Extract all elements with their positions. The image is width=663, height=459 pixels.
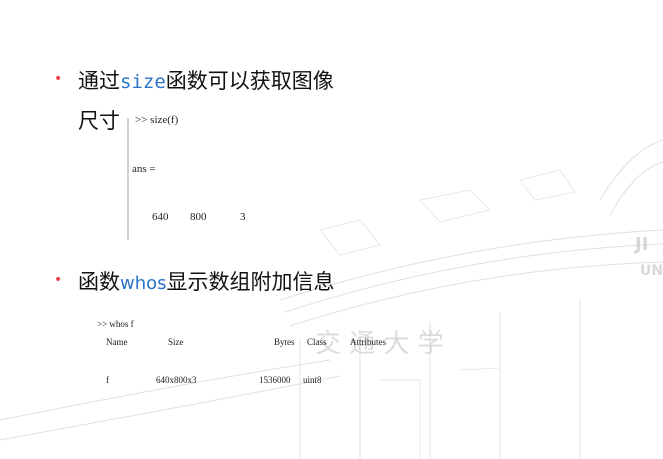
whos-command: >> whos f xyxy=(97,319,134,329)
whos-cell-name: f xyxy=(106,375,109,385)
bullet-text-size: 通过size函数可以获取图像 xyxy=(78,65,334,95)
bullet-text-prefix: 通过 xyxy=(78,69,120,93)
bullet-text-prefix: 函数 xyxy=(78,270,120,294)
keyword-size: size xyxy=(120,71,166,93)
size-command: >> size(f) xyxy=(135,114,179,126)
bullet-text-line2: 尺寸 xyxy=(78,109,120,133)
whos-header-attributes: Attributes xyxy=(350,337,386,347)
whos-header-class: Class xyxy=(307,337,327,347)
svg-text:UN: UN xyxy=(640,263,663,279)
bullet-text-whos: 函数whos显示数组附加信息 xyxy=(78,266,335,296)
bullet-dot: • xyxy=(54,272,63,288)
size-value-rows: 640 xyxy=(152,211,169,223)
slide: 交 通 大 学 JI UN • 通过size函数可以获取图像 尺寸 >> siz… xyxy=(0,0,663,459)
bullet-text-suffix: 函数可以获取图像 xyxy=(165,69,334,93)
whos-header-name: Name xyxy=(106,337,128,347)
ans-label: ans = xyxy=(132,163,156,175)
size-value-cols: 800 xyxy=(190,211,207,223)
svg-text:JI: JI xyxy=(633,234,648,255)
keyword-whos: whos xyxy=(120,273,167,294)
bullet-text-suffix: 显示数组附加信息 xyxy=(166,270,335,294)
bullet-dot: • xyxy=(54,71,63,87)
whos-cell-size: 640x800x3 xyxy=(156,375,197,385)
whos-cell-bytes: 1536000 xyxy=(259,375,291,385)
whos-header-bytes: Bytes xyxy=(274,337,295,347)
size-value-channels: 3 xyxy=(240,211,246,223)
code-block-border xyxy=(127,118,129,240)
whos-header-size: Size xyxy=(168,337,184,347)
whos-cell-class: uint8 xyxy=(303,375,322,385)
